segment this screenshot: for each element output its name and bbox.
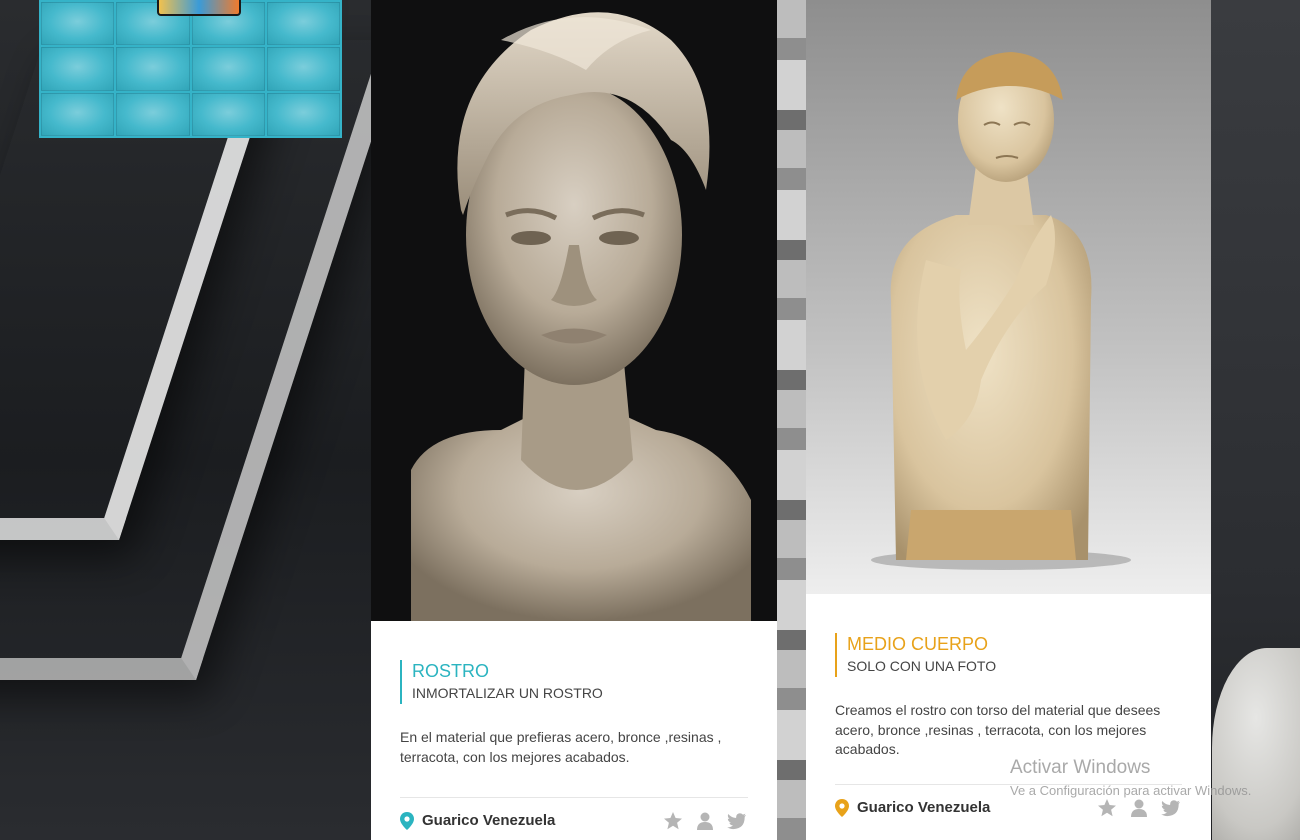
card-title[interactable]: MEDIO CUERPO (847, 633, 1182, 655)
bust-sculpture-image (371, 0, 777, 621)
logo-tile (191, 92, 265, 136)
logo-badge (157, 0, 241, 16)
map-pin-icon (835, 798, 849, 817)
card-title[interactable]: ROSTRO (412, 660, 748, 682)
logo-tile (41, 47, 115, 91)
card-rostro[interactable]: ROSTRO INMORTALIZAR UN ROSTRO En el mate… (371, 0, 777, 840)
card-content: MEDIO CUERPO SOLO CON UNA FOTO Creamos e… (835, 633, 1182, 760)
logo-tile (191, 47, 265, 91)
logo-tile (266, 47, 340, 91)
star-icon[interactable] (662, 810, 684, 832)
twitter-icon[interactable] (1160, 797, 1182, 819)
logo-tile (266, 2, 340, 46)
logo-tile (41, 2, 115, 46)
star-icon[interactable] (1096, 797, 1118, 819)
card-actions (1096, 797, 1182, 819)
user-icon[interactable] (1128, 797, 1150, 819)
map-pin-icon (400, 811, 414, 830)
card-footer: Guarico Venezuela (400, 797, 748, 840)
logo-tile (266, 92, 340, 136)
card-actions (662, 810, 748, 832)
card-location: Guarico Venezuela (400, 811, 556, 830)
card-subtitle: INMORTALIZAR UN ROSTRO (412, 685, 603, 701)
location-text: Guarico Venezuela (857, 799, 991, 816)
card-footer: Guarico Venezuela (835, 784, 1182, 830)
logo-tile (116, 92, 190, 136)
card-medio-cuerpo[interactable]: MEDIO CUERPO SOLO CON UNA FOTO Creamos e… (806, 0, 1211, 840)
card-image-bust[interactable] (371, 0, 777, 621)
card-location: Guarico Venezuela (835, 798, 991, 817)
card-content: ROSTRO INMORTALIZAR UN ROSTRO En el mate… (400, 660, 748, 767)
site-logo[interactable] (39, 0, 342, 138)
title-block: MEDIO CUERPO SOLO CON UNA FOTO (835, 633, 1182, 677)
twitter-icon[interactable] (726, 810, 748, 832)
title-block: ROSTRO INMORTALIZAR UN ROSTRO (400, 660, 748, 704)
logo-tile (116, 47, 190, 91)
card-description: En el material que prefieras acero, bron… (400, 729, 722, 765)
location-text: Guarico Venezuela (422, 812, 556, 829)
user-icon[interactable] (694, 810, 716, 832)
logo-tile (41, 92, 115, 136)
torso-sculpture-image (806, 0, 1211, 594)
card-image-torso[interactable] (806, 0, 1211, 594)
background-sculpture-strip (777, 0, 807, 840)
card-subtitle: SOLO CON UNA FOTO (847, 658, 997, 674)
card-description: Creamos el rostro con torso del material… (835, 702, 1161, 757)
